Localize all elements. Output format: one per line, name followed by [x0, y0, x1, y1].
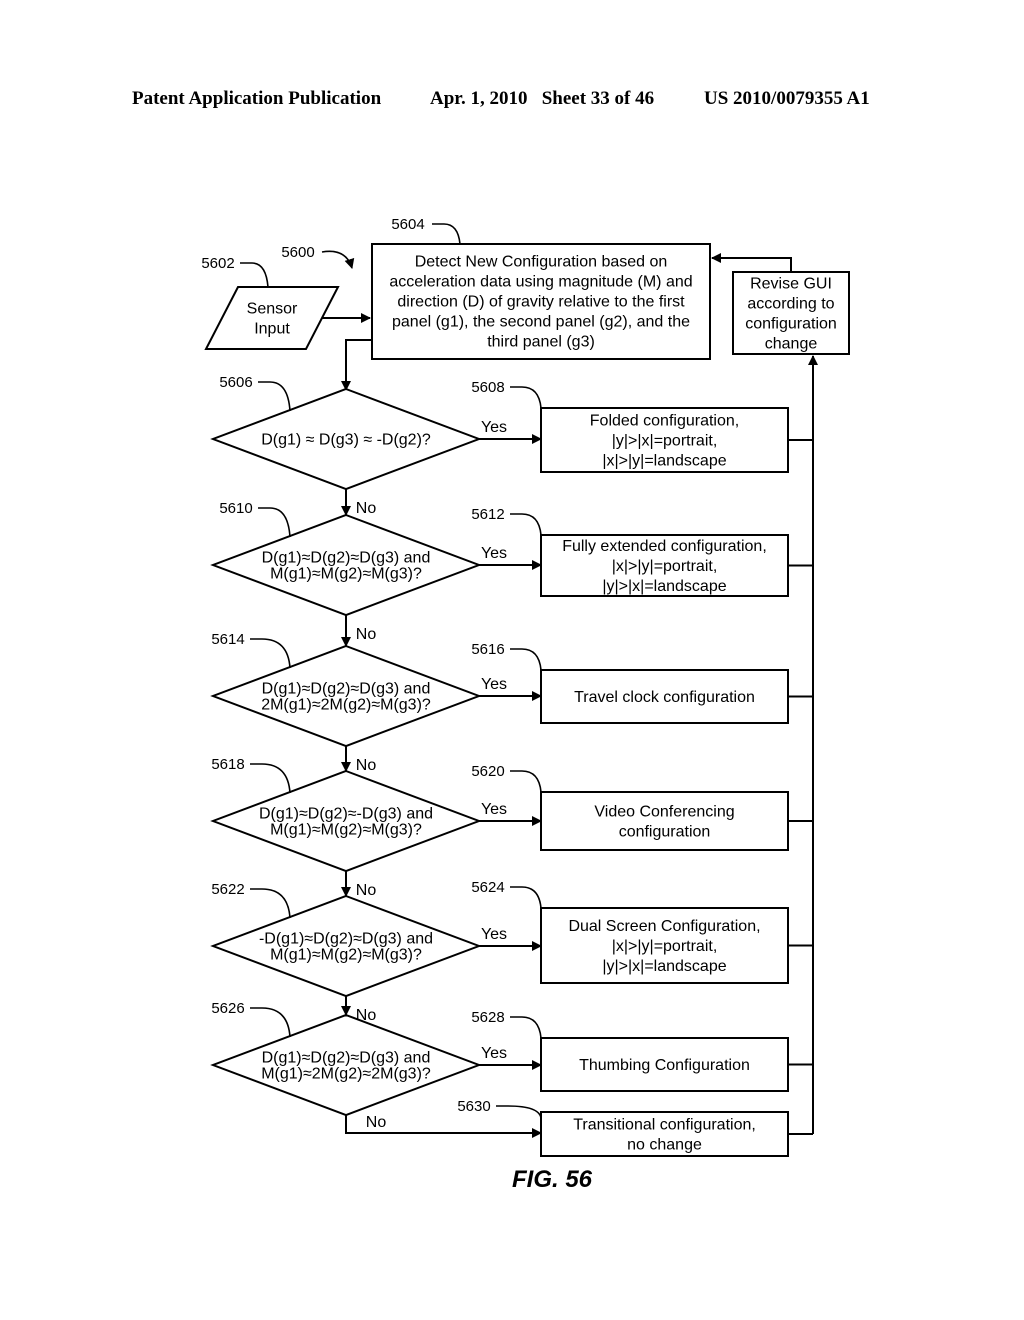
fallback-ref: 5630 [457, 1098, 490, 1115]
yes-label: Yes [481, 1045, 507, 1062]
result-leader [510, 386, 542, 409]
detect-to-decision-arrow [341, 339, 372, 391]
configuration-result-box [540, 791, 789, 851]
no-label: No [356, 882, 377, 899]
configuration-result-text: Fully extended configuration, [562, 538, 767, 555]
decision-leader [250, 1007, 291, 1038]
result-leader [510, 886, 542, 909]
decision-text: D(g1) ≈ D(g3) ≈ -D(g2)? [261, 432, 431, 449]
configuration-result-text: |y|>|x|=landscape [602, 958, 726, 975]
detect-configuration-text: Detect New Configuration based on [415, 254, 668, 271]
yes-label: Yes [481, 926, 507, 943]
revise-gui-text: configuration [745, 316, 837, 333]
detect-configuration-text: direction (D) of gravity relative to the… [397, 294, 685, 311]
decision-leader [250, 638, 291, 669]
configuration-result-text: Thumbing Configuration [579, 1057, 750, 1074]
detect-configuration-text: panel (g1), the second panel (g2), and t… [392, 314, 690, 331]
revise-gui-text: according to [747, 296, 834, 313]
configuration-result-text: Folded configuration, [590, 413, 739, 430]
revise-gui-text: Revise GUI [750, 276, 832, 293]
configuration-result-text: |y|>|x|=portrait, [612, 433, 718, 450]
decision-ref: 5622 [211, 881, 244, 898]
no-label: No [356, 626, 377, 643]
yes-label: Yes [481, 676, 507, 693]
configuration-result-text: |x|>|y|=landscape [602, 453, 726, 470]
result-ref: 5628 [471, 1009, 504, 1026]
sensor-input-text: Sensor [247, 301, 298, 318]
configuration-result-text: Video Conferencing [594, 804, 734, 821]
sensor-input-ref: 5602 [201, 255, 234, 272]
decision-text: D(g1)≈D(g2)≈D(g3) and [262, 1050, 431, 1067]
decision-text: M(g1)≈M(g2)≈M(g3)? [270, 566, 422, 583]
detect-ref: 5604 [391, 216, 424, 233]
detect-configuration-text: acceleration data using magnitude (M) an… [389, 274, 692, 291]
revise-to-detect-arrow [711, 253, 792, 272]
result-leader [510, 770, 542, 793]
detect-configuration-text: third panel (g3) [487, 334, 595, 351]
flowchart: 5600 Sensor Input 5602 Detect New Configurat… [201, 216, 850, 1193]
decision-text: -D(g1)≈D(g2)≈D(g3) and [259, 931, 433, 948]
decision-text: 2M(g1)≈2M(g2)≈M(g3)? [261, 697, 431, 714]
sensor-input-leader [240, 262, 269, 288]
revise-gui-text: change [765, 336, 818, 353]
result-ref: 5612 [471, 506, 504, 523]
decision-text: M(g1)≈M(g2)≈M(g3)? [270, 947, 422, 964]
result-ref: 5616 [471, 641, 504, 658]
decision-leader [258, 381, 291, 412]
configuration-result-text: |y|>|x|=landscape [602, 578, 726, 595]
no-label: No [366, 1114, 387, 1131]
decision-text: D(g1)≈D(g2)≈-D(g3) and [259, 806, 433, 823]
decision-ref: 5614 [211, 631, 244, 648]
decision-ref: 5618 [211, 756, 244, 773]
decision-ref: 5626 [211, 1000, 244, 1017]
decision-text: M(g1)≈2M(g2)≈2M(g3)? [261, 1066, 431, 1083]
decision-ref: 5606 [219, 374, 252, 391]
sensor-input-text: Input [254, 321, 290, 338]
result-leader [510, 1016, 542, 1039]
decision-leader [258, 507, 291, 538]
yes-label: Yes [481, 801, 507, 818]
configuration-result-text: |x|>|y|=portrait, [612, 558, 718, 575]
configuration-result-text: Travel clock configuration [574, 689, 755, 706]
result-ref: 5608 [471, 379, 504, 396]
result-leader [510, 648, 542, 671]
sensor-input-shape [204, 286, 340, 350]
detect-leader [432, 223, 461, 245]
no-label: No [356, 757, 377, 774]
result-ref: 5624 [471, 879, 504, 896]
result-ref: 5620 [471, 763, 504, 780]
figure-ref-arrow [321, 250, 355, 269]
transitional-configuration-text: no change [627, 1137, 702, 1154]
fallback-leader [496, 1105, 542, 1119]
no-label: No [356, 500, 377, 517]
figure-label: FIG. 56 [512, 1166, 593, 1193]
decision-text: D(g1)≈D(g2)≈D(g3) and [262, 550, 431, 567]
configuration-result-text: configuration [619, 824, 711, 841]
yes-label: Yes [481, 545, 507, 562]
configuration-result-text: |x|>|y|=portrait, [612, 938, 718, 955]
result-leader [510, 513, 542, 536]
decision-text: D(g1)≈D(g2)≈D(g3) and [262, 681, 431, 698]
yes-label: Yes [481, 419, 507, 436]
decision-text: M(g1)≈M(g2)≈M(g3)? [270, 822, 422, 839]
figure-ref-label: 5600 [281, 244, 314, 261]
transitional-configuration-text: Transitional configuration, [573, 1117, 756, 1134]
decision-leader [250, 888, 291, 919]
decision-ref: 5610 [219, 500, 252, 517]
decision-leader [250, 763, 291, 794]
configuration-result-text: Dual Screen Configuration, [568, 918, 760, 935]
